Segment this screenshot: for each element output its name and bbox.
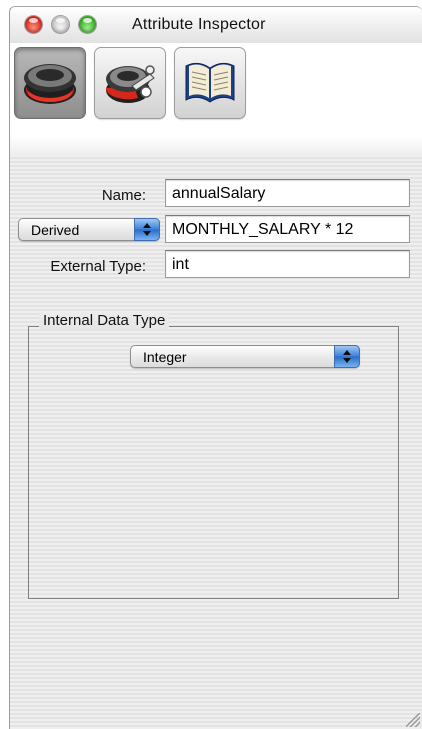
derived-mode-popup[interactable]: Derived: [18, 218, 160, 241]
attribute-inspector-window: Attribute Inspector Name: annualSalary D…: [9, 6, 422, 729]
zoom-button[interactable]: [79, 16, 96, 33]
title-bar[interactable]: Attribute Inspector: [10, 7, 422, 44]
close-button[interactable]: [25, 16, 42, 33]
toolbar-separator: [10, 135, 422, 155]
internal-data-type-group-title: Internal Data Type: [39, 312, 170, 329]
internal-data-type-popup-value: Integer: [143, 349, 187, 365]
toolbar: [10, 43, 422, 135]
derived-mode-popup-value: Derived: [31, 222, 80, 238]
documentation-button[interactable]: [174, 47, 246, 119]
attribute-inspector-button[interactable]: [14, 47, 86, 119]
attribute-inspector-icon: [24, 64, 76, 104]
external-type-field[interactable]: int: [165, 250, 410, 278]
name-field[interactable]: annualSalary: [165, 179, 410, 207]
advanced-attribute-icon: [105, 65, 155, 103]
derived-expression-field[interactable]: MONTHLY_SALARY * 12: [165, 215, 410, 243]
minimize-button[interactable]: [52, 16, 69, 33]
advanced-attribute-button[interactable]: [94, 47, 166, 119]
book-icon: [185, 62, 235, 103]
resize-handle-icon[interactable]: [406, 713, 420, 727]
internal-data-type-popup[interactable]: Integer: [130, 345, 360, 368]
popup-arrows-icon: [134, 218, 160, 241]
popup-arrows-icon: [334, 345, 360, 368]
name-label: Name:: [101, 187, 146, 204]
external-type-label: External Type:: [50, 258, 146, 275]
window-title: Attribute Inspector: [132, 16, 266, 33]
